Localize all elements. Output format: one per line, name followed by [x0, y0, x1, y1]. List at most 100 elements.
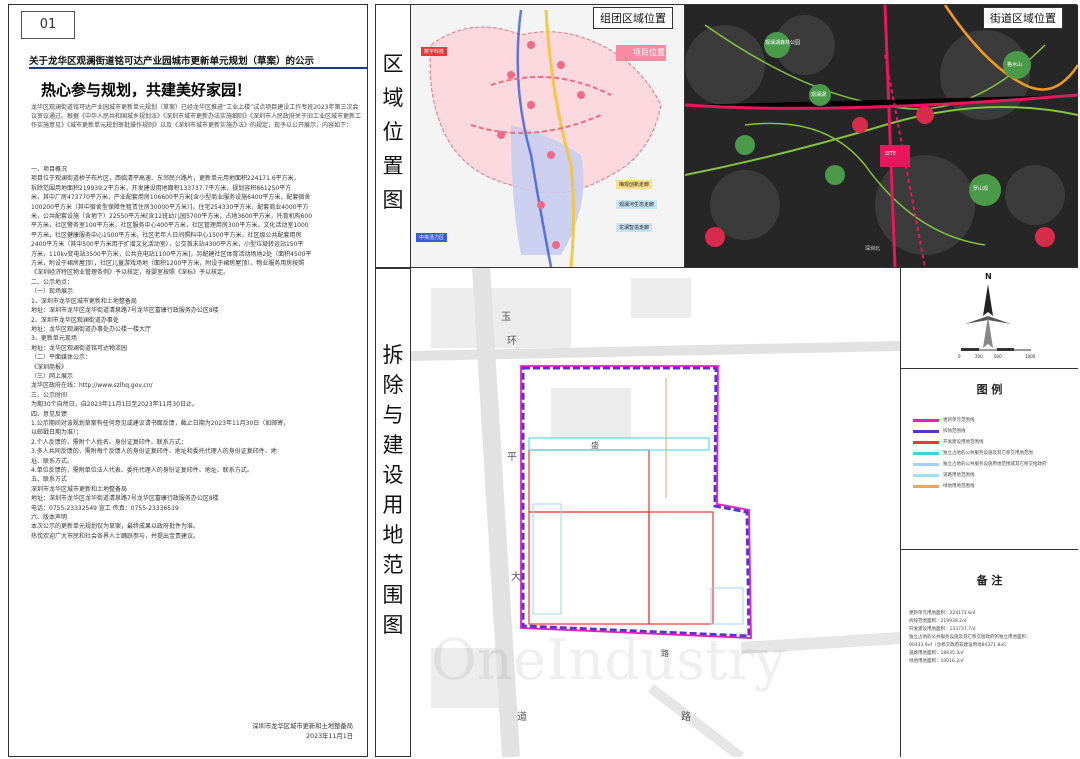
notes-panel: 备 注 更新单元用地面积：224171.6㎡ 拆除范围面积：219939.2㎡ 开发… — [901, 550, 1078, 757]
demolition-vlabel-5: 设 — [382, 463, 404, 487]
watermark-text: OneIndustry — [431, 628, 786, 693]
demolition-vlabel-8: 范 — [382, 553, 404, 577]
notice-line: 平方米，社区警务室100平方米，社区服务中心400平方米，社区管理用房300平方… — [31, 222, 309, 230]
demolition-vlabel-2: 除 — [382, 373, 404, 397]
notice-line: 址、联系方式。 — [31, 457, 74, 465]
legend-panel: 图 例 更新单元范围线 拆除范围线开发建设用地范围线独立占地的公共服务设施及其它移… — [901, 369, 1078, 550]
road-label-2: 环 — [507, 336, 517, 347]
notice-line: 热忱欢迎广大市民和社会各界人士踊跃参与，并提出宝贵建议。 — [31, 532, 200, 540]
notice-line: 六、版本声明 — [31, 514, 68, 522]
legend-item: 更新单元范围线 — [913, 417, 975, 423]
location-vlabel-2: 域 — [382, 86, 404, 110]
notes-line: 开发建设用地面积：133737.7㎡ — [909, 627, 976, 632]
notes-line: 道路用地面积：18035.3㎡ — [909, 651, 964, 656]
notice-line: （一）现场展示 — [31, 288, 74, 296]
street-map-graphic — [685, 5, 1078, 267]
notice-line: 3、更新单元现场 — [31, 335, 77, 343]
notice-document: 01 关于龙华区观澜街道铭可达产业园城市更新单元规划（草案）的公示 热心参与规划… — [8, 4, 368, 757]
notice-line: 2400平方米（其中500平方米用于扩增文化活动室），公交首末站4300平方米，… — [31, 241, 304, 249]
legend-item: 绿地用地范围线 — [913, 483, 975, 489]
demolition-label-column: 拆 除 与 建 设 用 地 范 围 图 — [376, 268, 411, 757]
notice-line: （三）网上展示 — [31, 372, 74, 380]
notice-line: 平方米，社区健康服务中心1500平方米，社区老年人日间照料中心1500平方米，社… — [31, 231, 302, 239]
notice-line: 地址：龙华区观澜街道铭可达物流园 — [31, 344, 128, 352]
notice-line: 五、联系方式 — [31, 476, 68, 484]
title-divider — [29, 67, 367, 69]
signature-block: 深圳市龙华区城市更新和土地整备局 2023年11月1日 — [252, 722, 353, 742]
map-sheet: 区 域 位 置 图 组团区域位置 项目位置 数字科技 梅观创新走廊 观澜河生态走… — [375, 4, 1078, 757]
notice-line: 4.单位反馈的，需附单位法人代表、委托代理人的身份证复印件、地址、联系方式。 — [31, 467, 253, 474]
demolition-vlabel-9: 围 — [382, 583, 404, 607]
road-label-6: 盛 — [591, 441, 599, 450]
road-label-1: 玉 — [501, 312, 511, 323]
notice-line: 地址：龙华区观澜街道办事处办公楼一楼大厅 — [31, 325, 152, 333]
road-label-7: 路 — [681, 712, 691, 723]
legend-label: 开发建设用地范围线 — [943, 440, 984, 445]
legend-item: 拆除范围线 — [913, 428, 966, 434]
notice-line: 2、深圳市龙华区观澜街道办事处 — [31, 316, 119, 324]
location-vlabel-4: 置 — [382, 154, 404, 178]
road-label-4: 大 — [511, 572, 521, 583]
cluster-map-title: 组团区域位置 — [593, 7, 673, 29]
legend-label: 绿地用地范围线 — [943, 484, 975, 489]
legend-swatch — [913, 418, 939, 422]
notice-line: 《深圳经济特区物业管理条例》予以核定，母婴室按照《深标》予以核定。 — [31, 269, 230, 277]
park-label-3: 格木山 — [1007, 62, 1023, 68]
notice-line: 二、公示地点： — [31, 278, 74, 286]
legend-item: 开发建设用地范围线 — [913, 439, 984, 445]
notice-line: 项目位于观澜街道桥子布片区，西临清平高速、东邻民兴路片，更新单元用地面积2241… — [31, 175, 300, 183]
zone-label-a: 梅观创新走廊 — [616, 180, 653, 189]
notice-line: （二）平面媒体公示： — [31, 354, 92, 362]
scale-0: 0 — [958, 354, 961, 359]
legend-label: 独立占地的公共服务设施及其它移交用地范围 — [943, 451, 1033, 456]
notice-line: 三、公示时间 — [31, 391, 68, 399]
notice-line: 1、深圳市龙华区城市更新和土地整备局 — [31, 297, 137, 305]
notes-line: 90433.9㎡（含移交政府非建设用地84371.8㎡） — [909, 643, 1010, 648]
legend-swatch — [913, 473, 939, 477]
demolition-vlabel-4: 建 — [382, 433, 404, 457]
legend-title: 图 例 — [976, 383, 1003, 396]
legend-label: 更新单元范围线 — [943, 418, 975, 423]
scale-200: 200 — [975, 354, 983, 359]
notice-line: 龙华区政府在线：http://www.szlhq.gov.cn/ — [31, 382, 153, 390]
zone-label-b: 观澜河生态走廊 — [616, 200, 658, 209]
notes-line: 拆除范围面积：219939.2㎡ — [909, 619, 967, 624]
notes-line: 绿地用地面积：10016.2㎡ — [909, 659, 964, 664]
legend-item: 道路用地范围线 — [913, 472, 975, 478]
legend-item: 独立占地的公共服务设施及其它移交用地范围 — [913, 450, 1033, 456]
demolition-vlabel-10: 图 — [382, 613, 404, 637]
notice-line: 方米，附设于裙房屋顶），社区儿童游戏场地（面积1200平方米，附设于裙房屋顶）。… — [31, 260, 305, 268]
location-vlabel-1: 区 — [382, 52, 404, 76]
notice-line: 1.公示期间对该规划草案有任何意见或建议请书面反馈，截止日期为2023年11月3… — [31, 419, 290, 427]
park-label-2: 观澜湖 — [811, 92, 827, 98]
notice-body: 一、项目概况项目位于观澜街道桥子布片区，西临清平高速、东邻民兴路片，更新单元用地… — [31, 165, 367, 541]
notice-line: 本次公示的更新单元规划仅为草案，最终成果以政府批件为准。 — [31, 523, 200, 531]
notice-line: 地址：深圳市龙华区龙华街道清泉路7号龙华区富康行政服务办公区8楼 — [31, 307, 219, 315]
signature-date: 2023年11月1日 — [306, 733, 353, 740]
north-arrow-icon — [961, 284, 1031, 351]
site-boundary-plan: 玉 环 平 大 道 盛 路 路 OneIndustry — [411, 268, 901, 757]
legend-swatch — [913, 440, 939, 444]
road-label-5: 道 — [517, 712, 527, 723]
notice-line: 深圳市龙华区城市更新和土地整备局 — [31, 485, 128, 493]
notice-line: 一、项目概况 — [31, 166, 68, 173]
demolition-vlabel-7: 地 — [382, 523, 404, 547]
street-location-map: 街道区域位置 SITE 观澜湖森林公园 观澜湖 格木山 罗山观 深圳北 — [685, 5, 1078, 267]
legend-swatch — [913, 451, 939, 455]
legend-label: 道路用地范围线 — [943, 473, 975, 478]
park-label-1: 观澜湖森林公园 — [765, 40, 801, 46]
notice-line: 《深圳商报》 — [31, 363, 68, 371]
legend-swatch — [913, 462, 939, 466]
park-label-5: 深圳北 — [865, 246, 881, 252]
page-number: 01 — [21, 11, 75, 39]
road-label-3: 平 — [507, 452, 517, 463]
demolition-vlabel-1: 拆 — [382, 343, 404, 367]
notice-line: 米，其中厂房473770平方米，产业配套用房106600平方米[含小型商业服务设… — [31, 194, 311, 202]
site-marker: SITE — [885, 151, 896, 157]
zone-label-c: 龙澜智造走廊 — [616, 223, 653, 232]
legend-label: 拆除范围线 — [943, 429, 966, 434]
notice-line: 3.多人共同反馈的，需附每个反馈人的身份证复印件、地址和委托代理人的身份证复印件… — [31, 448, 277, 456]
intro-paragraph: 龙华区观澜街道铭可达产业园城市更新单元规划（草案）已经龙华区推进“工业上楼”试点… — [31, 104, 362, 129]
notice-line: 为期30个自然日，自2023年11月1日至2023年11月30日止。 — [31, 401, 198, 409]
legend-swatch — [913, 484, 939, 488]
